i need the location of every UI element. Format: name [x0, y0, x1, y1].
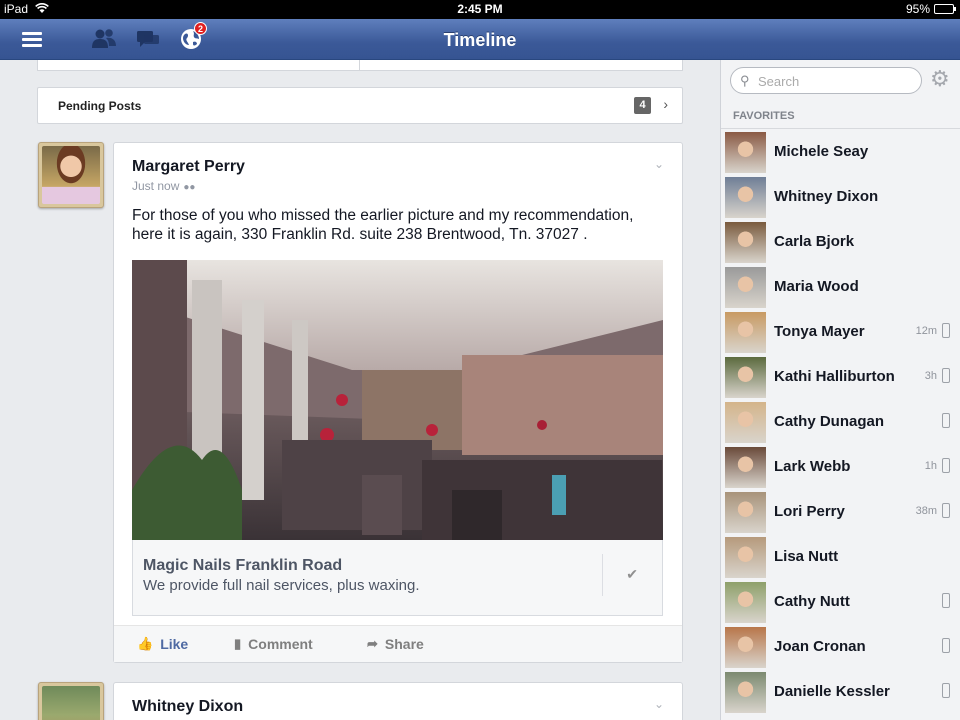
- contact-item[interactable]: Maria Wood: [721, 264, 960, 309]
- contact-name: Whitney Dixon: [774, 188, 879, 205]
- search-input[interactable]: [758, 72, 908, 90]
- chevron-right-icon: ›: [663, 96, 668, 112]
- link-preview[interactable]: Magic Nails Franklin Road We provide ful…: [132, 540, 663, 616]
- link-description: We provide full nail services, plus waxi…: [143, 577, 420, 594]
- previous-card: [37, 60, 683, 71]
- contact-item[interactable]: Lisa Nutt: [721, 534, 960, 579]
- contact-item[interactable]: Kathi Halliburton 3h: [721, 354, 960, 399]
- contact-name: Michele Seay: [774, 143, 869, 160]
- contact-item[interactable]: Danielle Kessler: [721, 669, 960, 714]
- mobile-phone-icon: [942, 368, 950, 383]
- contact-name: Tonya Mayer: [774, 323, 865, 340]
- contact-item[interactable]: Cathy Dunagan: [721, 399, 960, 444]
- contact-item[interactable]: Whitney Dixon: [721, 174, 960, 219]
- contact-list: Michele Seay Whitney Dixon Carla Bjork Mari…: [721, 129, 960, 714]
- mobile-phone-icon: [942, 323, 950, 338]
- last-active-time: 12m: [915, 325, 937, 337]
- post-time-text: Just now: [132, 179, 180, 193]
- last-active-time: 38m: [915, 505, 937, 517]
- contact-name: Cathy Dunagan: [774, 413, 885, 430]
- link-divider: [602, 554, 603, 596]
- gear-icon[interactable]: ⚙: [930, 67, 950, 91]
- contact-avatar: [725, 537, 766, 578]
- share-button[interactable]: ➦ Share: [367, 636, 424, 652]
- author-avatar[interactable]: [38, 142, 104, 208]
- contact-name: Maria Wood: [774, 278, 859, 295]
- contact-avatar: [725, 492, 766, 533]
- contact-avatar: [725, 132, 766, 173]
- author-avatar[interactable]: [38, 682, 104, 720]
- contact-name: Lark Webb: [774, 458, 851, 475]
- chat-sidebar: ⚲ ⚙ FAVORITES Michele Seay Whitney Dixon C…: [720, 60, 960, 720]
- check-icon[interactable]: ✔: [626, 566, 638, 583]
- favorites-header: FAVORITES: [721, 105, 960, 129]
- post-author[interactable]: Margaret Perry: [132, 158, 245, 176]
- mobile-phone-icon: [942, 683, 950, 698]
- contact-avatar: [725, 402, 766, 443]
- share-arrow-icon: ➦: [367, 636, 378, 651]
- clock: 2:45 PM: [457, 2, 503, 16]
- comment-icon: ▮: [234, 636, 242, 651]
- nav-bar: 2 Timeline: [0, 19, 960, 60]
- post-card: Whitney Dixon ⌄: [113, 682, 683, 720]
- contact-item[interactable]: Lark Webb 1h: [721, 444, 960, 489]
- contact-item[interactable]: Michele Seay: [721, 129, 960, 174]
- pending-posts-label: Pending Posts: [58, 99, 142, 113]
- contact-avatar: [725, 672, 766, 713]
- comment-button[interactable]: ▮ Comment: [234, 636, 313, 652]
- last-active-time: 3h: [924, 370, 937, 382]
- contact-avatar: [725, 357, 766, 398]
- chevron-down-icon[interactable]: ⌄: [654, 157, 664, 171]
- link-title: Magic Nails Franklin Road: [143, 557, 343, 574]
- pending-count-badge: 4: [634, 97, 651, 114]
- friends-audience-icon: ●●: [183, 182, 196, 193]
- mobile-phone-icon: [942, 593, 950, 608]
- contact-avatar: [725, 447, 766, 488]
- contact-avatar: [725, 177, 766, 218]
- contact-name: Lisa Nutt: [774, 548, 839, 565]
- news-feed: Pending Posts 4 › Margaret Perry Just no…: [0, 60, 720, 720]
- thumbs-up-icon: 👍: [137, 636, 154, 651]
- pending-posts-bar[interactable]: Pending Posts 4 ›: [37, 87, 683, 124]
- contact-name: Joan Cronan: [774, 638, 866, 655]
- contact-avatar: [725, 222, 766, 263]
- post-author[interactable]: Whitney Dixon: [132, 698, 243, 716]
- contact-item[interactable]: Carla Bjork: [721, 219, 960, 264]
- contact-name: Kathi Halliburton: [774, 368, 895, 385]
- post-text: For those of you who missed the earlier …: [132, 207, 634, 243]
- search-icon: ⚲: [740, 73, 750, 88]
- contact-item[interactable]: Cathy Nutt: [721, 579, 960, 624]
- contact-item[interactable]: Tonya Mayer 12m: [721, 309, 960, 354]
- avatar-photo: [42, 686, 100, 720]
- contact-item[interactable]: Lori Perry 38m: [721, 489, 960, 534]
- contact-avatar: [725, 312, 766, 353]
- contact-name: Carla Bjork: [774, 233, 855, 250]
- salon-photo[interactable]: [132, 260, 663, 540]
- contact-avatar: [725, 582, 766, 623]
- contact-name: Cathy Nutt: [774, 593, 850, 610]
- contact-avatar: [725, 627, 766, 668]
- mobile-phone-icon: [942, 503, 950, 518]
- contact-name: Lori Perry: [774, 503, 845, 520]
- mobile-phone-icon: [942, 413, 950, 428]
- contact-name: Danielle Kessler: [774, 683, 890, 700]
- mobile-phone-icon: [942, 458, 950, 473]
- post-actions: 👍 Like ▮ Comment ➦ Share: [114, 625, 682, 662]
- post-timestamp[interactable]: Just now ●●: [132, 179, 195, 193]
- battery-percent: 95%: [905, 2, 930, 16]
- avatar-photo: [42, 146, 100, 204]
- status-bar: iPad 2:45 PM 95%: [0, 0, 960, 19]
- post-card: Margaret Perry Just now ●● ⌄ For those of…: [113, 142, 683, 663]
- like-button[interactable]: 👍 Like: [137, 636, 188, 652]
- last-active-time: 1h: [924, 460, 937, 472]
- chevron-down-icon[interactable]: ⌄: [654, 697, 664, 711]
- contact-avatar: [725, 267, 766, 308]
- contact-item[interactable]: Joan Cronan: [721, 624, 960, 669]
- battery-icon: [934, 4, 956, 14]
- page-title: Timeline: [443, 30, 517, 50]
- mobile-phone-icon: [942, 638, 950, 653]
- favorites-label: FAVORITES: [733, 110, 795, 122]
- search-box[interactable]: ⚲: [730, 67, 922, 94]
